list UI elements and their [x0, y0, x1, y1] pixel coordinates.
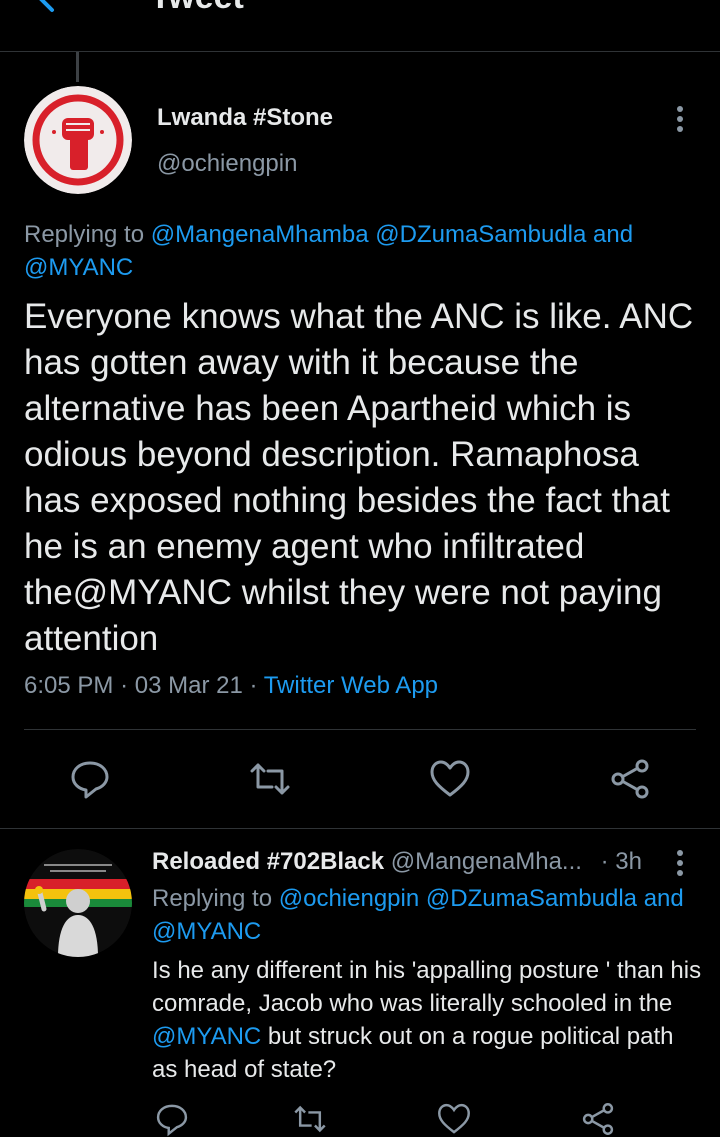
tweet-time: 6:05 PM — [24, 672, 114, 699]
arrow-left-icon[interactable] — [34, 0, 74, 18]
replying-to-label: Replying to — [152, 885, 279, 912]
share-icon[interactable] — [608, 757, 652, 801]
tweet-source[interactable]: Twitter Web App — [264, 672, 438, 699]
reply-text: Is he any different in his 'appalling po… — [152, 954, 702, 1086]
replying-and[interactable]: and — [644, 885, 684, 912]
retweet-icon[interactable] — [248, 757, 292, 801]
top-bar: Tweet — [0, 0, 720, 52]
reply-header: Reloaded #702Black @MangenaMha... · 3h — [152, 848, 642, 876]
replying-to: Replying to @ochiengpin @DZumaSambudla a… — [152, 882, 697, 948]
mention-link[interactable]: @MYANC — [152, 1023, 261, 1050]
share-icon[interactable] — [580, 1101, 616, 1137]
reply-icon[interactable] — [68, 757, 112, 801]
reply-age: · 3h — [600, 848, 642, 875]
like-icon[interactable] — [428, 757, 472, 801]
reply-icon[interactable] — [154, 1101, 190, 1137]
separator: · — [249, 672, 258, 699]
tweet-text: Everyone knows what the ANC is like. ANC… — [24, 297, 694, 658]
mention-link[interactable]: @DZumaSambudla — [426, 885, 637, 912]
replying-to: Replying to @MangenaMhamba @DZumaSambudl… — [24, 218, 694, 284]
mention-link[interactable]: @MYANC — [152, 918, 261, 945]
more-options-icon[interactable] — [672, 848, 688, 878]
divider — [24, 729, 696, 730]
replying-and[interactable]: and — [593, 221, 633, 248]
more-options-icon[interactable] — [672, 104, 688, 134]
reply-tweet[interactable]: Reloaded #702Black @MangenaMha... · 3h R… — [0, 829, 720, 1137]
page-title: Tweet — [150, 0, 244, 17]
tweet-date: 03 Mar 21 — [134, 672, 243, 699]
fist-logo-icon — [24, 86, 132, 194]
like-icon[interactable] — [436, 1101, 472, 1137]
tweet-meta: 6:05 PM · 03 Mar 21 · Twitter Web App — [24, 672, 438, 700]
mention-link[interactable]: @DZumaSambudla — [375, 221, 586, 248]
reply-author-handle[interactable]: @MangenaMha... — [391, 848, 582, 875]
masked-figure-avatar-icon — [24, 849, 132, 957]
retweet-icon[interactable] — [292, 1101, 328, 1137]
separator: · — [120, 672, 129, 699]
author-name[interactable]: Lwanda #Stone — [157, 104, 333, 132]
reply-text-part: Is he any different in his 'appalling po… — [152, 957, 702, 1017]
reply-author-name[interactable]: Reloaded #702Black — [152, 848, 384, 875]
avatar[interactable] — [24, 849, 132, 957]
mention-link[interactable]: @MangenaMhamba — [151, 221, 369, 248]
main-tweet: Lwanda #Stone @ochiengpin Replying to @M… — [0, 52, 720, 829]
mention-link[interactable]: @ochiengpin — [279, 885, 419, 912]
avatar[interactable] — [24, 86, 132, 194]
replying-to-label: Replying to — [24, 221, 151, 248]
author-handle[interactable]: @ochiengpin — [157, 150, 297, 178]
mention-link[interactable]: @MYANC — [24, 254, 133, 281]
